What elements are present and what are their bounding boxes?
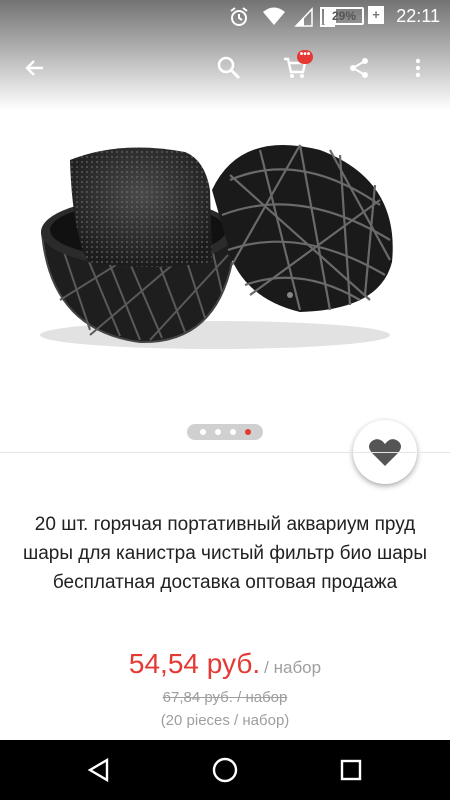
home-circle-icon [212, 757, 238, 783]
cart-badge: ••• [297, 50, 313, 64]
more-vert-icon [415, 58, 421, 78]
share-icon [350, 58, 368, 78]
navigation-bar [0, 740, 450, 800]
pager-dot [244, 429, 251, 435]
back-button[interactable] [15, 48, 55, 88]
share-button[interactable] [339, 48, 379, 88]
price: 54,54 руб. [128, 648, 261, 679]
product-title: 20 шт. горячая портативный аквариум пруд… [22, 514, 427, 593]
pieces-per-set: (20 pieces / набор) [160, 712, 290, 729]
pager-dot [199, 429, 206, 435]
signal-icon [294, 6, 314, 33]
price-unit: / набор [264, 658, 322, 677]
search-button[interactable] [209, 48, 249, 88]
screen: 29% + 22:11 ••• 20 шт. горячая портативн… [0, 0, 450, 800]
nav-home-button[interactable] [210, 755, 240, 785]
charging-indicator: + [368, 6, 384, 24]
nav-back-button[interactable] [84, 755, 114, 785]
search-icon [217, 56, 241, 80]
more-options-button[interactable] [398, 48, 438, 88]
wifi-icon [262, 6, 286, 33]
battery-percent: 29% [331, 9, 357, 23]
alarm-icon [228, 6, 250, 33]
divider [0, 452, 450, 453]
price-row: 54,54 руб. / набор [0, 648, 450, 680]
nav-recents-button[interactable] [336, 755, 366, 785]
battery-icon: 29% [324, 7, 364, 25]
app-toolbar: ••• [0, 40, 450, 96]
back-triangle-icon [87, 757, 109, 783]
clock: 22:11 [396, 6, 440, 26]
cart-button[interactable]: ••• [275, 48, 315, 88]
image-pager [187, 424, 263, 440]
pager-dot [229, 429, 236, 435]
pager-dot [214, 429, 221, 435]
arrow-left-icon [25, 60, 43, 76]
recents-square-icon [340, 759, 362, 781]
old-price: 67,84 руб. / набор [162, 689, 288, 706]
status-bar: 29% + 22:11 [0, 0, 450, 34]
